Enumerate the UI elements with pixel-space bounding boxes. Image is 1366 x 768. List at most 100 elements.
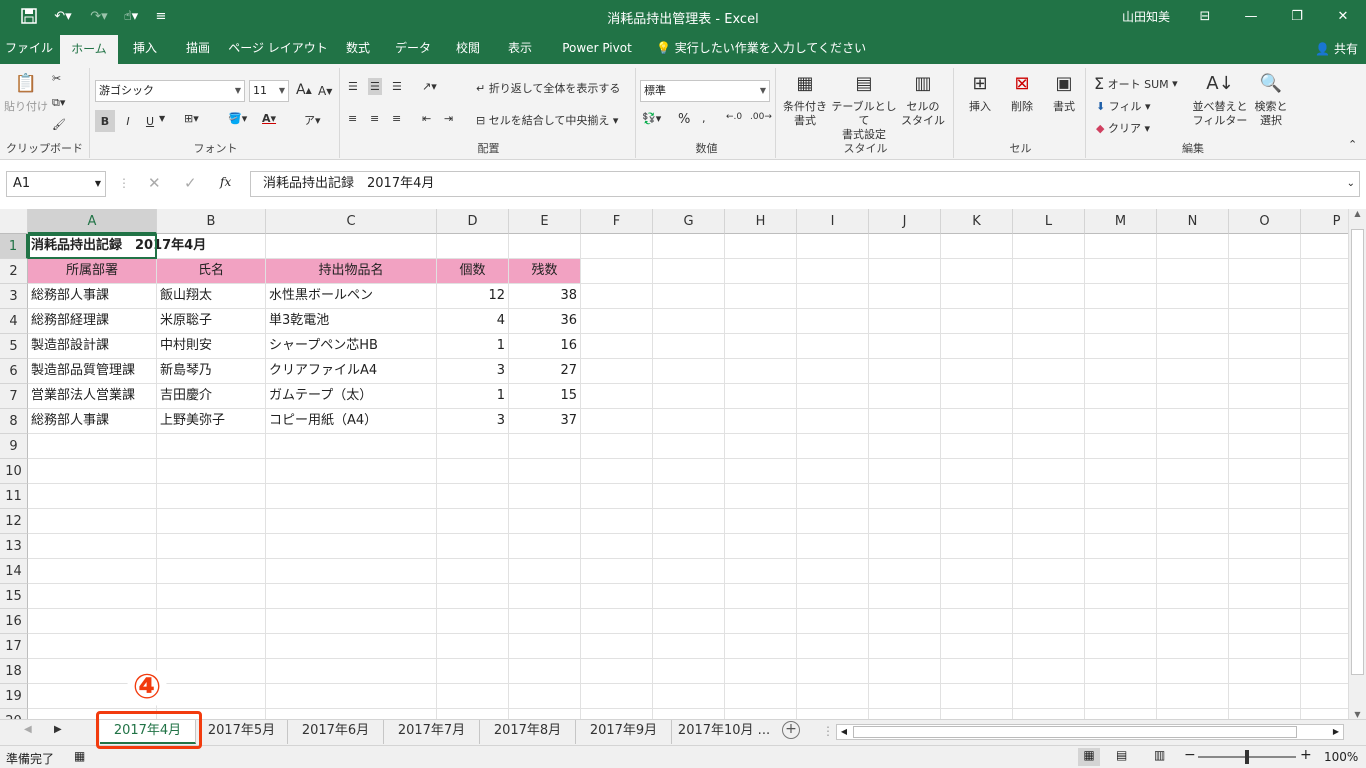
- cell-I10[interactable]: [797, 459, 869, 484]
- align-bottom-icon[interactable]: ☰: [392, 80, 402, 93]
- cell-A15[interactable]: [28, 584, 157, 609]
- cell-O15[interactable]: [1229, 584, 1301, 609]
- tab-draw[interactable]: 描画: [176, 32, 220, 64]
- cell-F15[interactable]: [581, 584, 653, 609]
- select-all-corner[interactable]: [0, 209, 28, 234]
- cell-L9[interactable]: [1013, 434, 1085, 459]
- close-icon[interactable]: ✕: [1320, 0, 1366, 32]
- cell-E8[interactable]: 37: [509, 409, 581, 434]
- align-left-icon[interactable]: ≡: [348, 112, 357, 125]
- cell-F10[interactable]: [581, 459, 653, 484]
- column-header-M[interactable]: M: [1085, 209, 1157, 234]
- cell-B2[interactable]: 氏名: [157, 259, 266, 284]
- cell-K14[interactable]: [941, 559, 1013, 584]
- cell-P9[interactable]: [1301, 434, 1348, 459]
- comma-icon[interactable]: ,: [702, 112, 706, 125]
- cell-N5[interactable]: [1157, 334, 1229, 359]
- cell-L10[interactable]: [1013, 459, 1085, 484]
- cell-L11[interactable]: [1013, 484, 1085, 509]
- scroll-right-icon[interactable]: ▶: [1329, 725, 1343, 739]
- cell-I16[interactable]: [797, 609, 869, 634]
- cell-C5[interactable]: シャープペン芯HB: [266, 334, 437, 359]
- cell-E13[interactable]: [509, 534, 581, 559]
- cell-M19[interactable]: [1085, 684, 1157, 709]
- cell-O8[interactable]: [1229, 409, 1301, 434]
- zoom-level[interactable]: 100%: [1324, 750, 1358, 764]
- fill-color-icon[interactable]: 🪣▾: [228, 112, 247, 125]
- cell-M7[interactable]: [1085, 384, 1157, 409]
- chevron-down-icon[interactable]: ▼: [159, 114, 165, 123]
- percent-icon[interactable]: %: [678, 112, 690, 127]
- cell-O18[interactable]: [1229, 659, 1301, 684]
- cell-J10[interactable]: [869, 459, 941, 484]
- cell-N1[interactable]: [1157, 234, 1229, 259]
- cell-K8[interactable]: [941, 409, 1013, 434]
- cell-G17[interactable]: [653, 634, 725, 659]
- cell-P15[interactable]: [1301, 584, 1348, 609]
- sheet-tab-2017-10[interactable]: 2017年10月 ...: [672, 720, 776, 744]
- cell-J15[interactable]: [869, 584, 941, 609]
- paste-button[interactable]: 📋 貼り付け: [4, 70, 48, 114]
- normal-view-icon[interactable]: ▦: [1078, 748, 1100, 766]
- cell-F7[interactable]: [581, 384, 653, 409]
- column-header-H[interactable]: H: [725, 209, 797, 234]
- align-right-icon[interactable]: ≡: [392, 112, 401, 125]
- cell-M5[interactable]: [1085, 334, 1157, 359]
- cell-P4[interactable]: [1301, 309, 1348, 334]
- cell-N11[interactable]: [1157, 484, 1229, 509]
- cell-L20[interactable]: [1013, 709, 1085, 719]
- cell-E12[interactable]: [509, 509, 581, 534]
- cell-P2[interactable]: [1301, 259, 1348, 284]
- cell-E14[interactable]: [509, 559, 581, 584]
- column-header-G[interactable]: G: [653, 209, 725, 234]
- scroll-down-icon[interactable]: ▼: [1349, 710, 1366, 719]
- row-header-8[interactable]: 8: [0, 409, 28, 434]
- cell-N10[interactable]: [1157, 459, 1229, 484]
- cell-L3[interactable]: [1013, 284, 1085, 309]
- cell-F5[interactable]: [581, 334, 653, 359]
- cell-H20[interactable]: [725, 709, 797, 719]
- cell-K3[interactable]: [941, 284, 1013, 309]
- cell-styles-button[interactable]: ▥ セルの スタイル: [898, 70, 948, 128]
- cell-J9[interactable]: [869, 434, 941, 459]
- cell-O14[interactable]: [1229, 559, 1301, 584]
- cell-D4[interactable]: 4: [437, 309, 509, 334]
- cell-B4[interactable]: 米原聡子: [157, 309, 266, 334]
- column-header-K[interactable]: K: [941, 209, 1013, 234]
- align-center-icon[interactable]: ≡: [370, 112, 379, 125]
- cell-A1[interactable]: 消耗品持出記録 2017年4月: [28, 234, 206, 259]
- underline-button[interactable]: U: [141, 110, 159, 132]
- cell-M10[interactable]: [1085, 459, 1157, 484]
- cell-F20[interactable]: [581, 709, 653, 719]
- cell-G6[interactable]: [653, 359, 725, 384]
- cell-H7[interactable]: [725, 384, 797, 409]
- cell-D9[interactable]: [437, 434, 509, 459]
- cell-O5[interactable]: [1229, 334, 1301, 359]
- cell-K1[interactable]: [941, 234, 1013, 259]
- share-button[interactable]: 👤 共有: [1315, 40, 1358, 57]
- tab-power-pivot[interactable]: Power Pivot: [554, 32, 640, 64]
- cell-M12[interactable]: [1085, 509, 1157, 534]
- cell-H6[interactable]: [725, 359, 797, 384]
- decrease-indent-icon[interactable]: ⇤: [422, 112, 431, 125]
- cell-L13[interactable]: [1013, 534, 1085, 559]
- cell-D12[interactable]: [437, 509, 509, 534]
- cell-K16[interactable]: [941, 609, 1013, 634]
- cell-G19[interactable]: [653, 684, 725, 709]
- ribbon-display-icon[interactable]: ⊟: [1182, 0, 1228, 32]
- name-box[interactable]: A1 ▼: [6, 171, 106, 197]
- cell-L5[interactable]: [1013, 334, 1085, 359]
- tab-home[interactable]: ホーム: [60, 35, 118, 64]
- cell-J16[interactable]: [869, 609, 941, 634]
- orientation-icon[interactable]: ↗▾: [422, 80, 437, 93]
- row-header-14[interactable]: 14: [0, 559, 28, 584]
- cell-K19[interactable]: [941, 684, 1013, 709]
- cell-M16[interactable]: [1085, 609, 1157, 634]
- cell-C12[interactable]: [266, 509, 437, 534]
- cell-D18[interactable]: [437, 659, 509, 684]
- cell-M15[interactable]: [1085, 584, 1157, 609]
- row-header-2[interactable]: 2: [0, 259, 28, 284]
- cell-J4[interactable]: [869, 309, 941, 334]
- cell-O19[interactable]: [1229, 684, 1301, 709]
- column-header-D[interactable]: D: [437, 209, 509, 234]
